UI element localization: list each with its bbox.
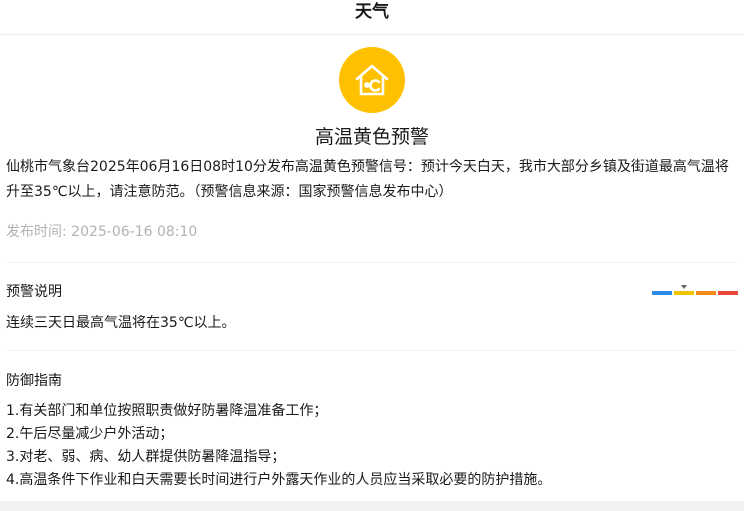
level-segment: [674, 285, 694, 295]
guide-item: 2.午后尽量减少户外活动；: [6, 426, 174, 442]
level-segment: [718, 291, 738, 295]
house-heat-icon: [339, 47, 405, 113]
publish-time-label: 发布时间:: [6, 224, 72, 240]
guide-item: 1.有关部门和单位按照职责做好防暑降温准备工作；: [6, 403, 328, 419]
level-segment: [696, 291, 716, 295]
divider: [6, 350, 738, 351]
guide-item: 4.高温条件下作业和白天需要长时间进行户外露天作业的人员应当采取必要的防护措施。: [6, 472, 552, 488]
footer-strip: [0, 501, 744, 511]
title-bar: 天气: [0, 0, 744, 35]
explanation-section: 预警说明 连续三天日最高气温将在35℃以上。: [0, 282, 744, 333]
alert-title: 高温黄色预警: [314, 126, 429, 148]
guide-section: 防御指南 1.有关部门和单位按照职责做好防暑降温准备工作； 2.午后尽量减少户外…: [0, 371, 744, 492]
explanation-heading: 预警说明: [6, 284, 62, 300]
level-pointer-icon: [681, 285, 687, 289]
publish-time: 发布时间: 2025-06-16 08:10: [6, 222, 738, 242]
explanation-text: 连续三天日最高气温将在35℃以上。: [6, 315, 236, 331]
divider: [6, 262, 738, 263]
alert-icon-wrap: [0, 47, 744, 113]
guide-list: 1.有关部门和单位按照职责做好防暑降温准备工作； 2.午后尽量减少户外活动； 3…: [6, 400, 738, 492]
page-title: 天气: [355, 2, 389, 22]
publish-time-value: 2025-06-16 08:10: [71, 224, 198, 240]
guide-heading: 防御指南: [6, 373, 62, 389]
guide-item: 3.对老、弱、病、幼人群提供防暑降温指导；: [6, 449, 286, 465]
level-segment: [652, 291, 672, 295]
alert-body: 仙桃市气象台2025年06月16日08时10分发布高温黄色预警信号：预计今天白天…: [6, 159, 729, 200]
warning-level-bar: [652, 285, 738, 295]
